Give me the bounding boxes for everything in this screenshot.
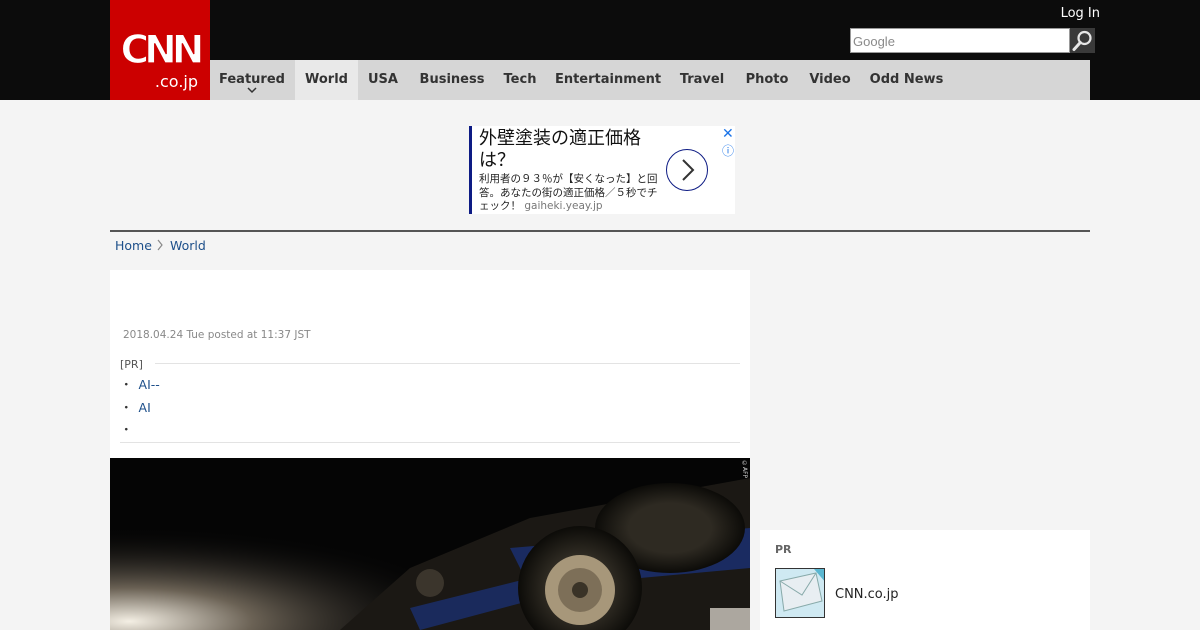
breadcrumb-home[interactable]: Home	[115, 238, 152, 253]
ad-banner[interactable]: 外壁塗装の適正価格は？ 利用者の９３％が【安くなった】と回答。あなたの街の適正価…	[469, 126, 735, 214]
article-photo[interactable]: ©AFP	[110, 458, 750, 630]
chevron-down-icon	[247, 87, 257, 94]
search-icon	[1072, 30, 1092, 51]
nav-item-usa[interactable]: USA	[358, 60, 408, 100]
cnn-logo[interactable]: CNN .co.jp	[110, 0, 210, 100]
divider	[110, 230, 1090, 232]
nav-item-photo[interactable]: Photo	[739, 60, 795, 100]
divider	[155, 363, 740, 364]
pr-title[interactable]: CNN.co.jp	[835, 587, 899, 602]
main-nav: Featured World USA Business Tech Enterta…	[210, 60, 1090, 100]
article-card: 2018.04.24 Tue posted at 11:37 JST [PR] …	[110, 270, 750, 458]
pr-label: [PR]	[120, 358, 143, 371]
chevron-right-icon	[157, 239, 163, 251]
nav-item-world[interactable]: World	[295, 60, 358, 100]
nav-item-odd-news[interactable]: Odd News	[864, 60, 949, 100]
close-icon[interactable]: ✕	[722, 126, 734, 142]
pr-link-text[interactable]: AI	[139, 400, 151, 415]
divider	[120, 442, 740, 443]
pr-link[interactable]: ・	[120, 419, 139, 438]
pr-label: PR	[775, 543, 792, 556]
svg-text:.co.jp: .co.jp	[155, 72, 198, 91]
pr-link[interactable]: ・ AI--	[120, 374, 160, 393]
photo-credit: ©AFP	[741, 460, 748, 479]
pr-link-text[interactable]: AI--	[139, 377, 160, 392]
overturned-truck-image	[110, 458, 750, 630]
ad-description: 利用者の９３％が【安くなった】と回答。あなたの街の適正価格／５秒でチェック！ g…	[479, 173, 664, 214]
nav-item-label: Featured	[219, 72, 285, 87]
nav-item-travel[interactable]: Travel	[672, 60, 732, 100]
search-button[interactable]	[1070, 28, 1095, 53]
info-icon[interactable]: ⓘ	[722, 142, 734, 159]
site-header: CNN .co.jp Log In Google Featured World …	[0, 0, 1200, 100]
nav-item-video[interactable]: Video	[804, 60, 856, 100]
pr-thumbnail[interactable]	[775, 568, 825, 618]
mail-icon	[776, 569, 824, 617]
nav-item-entertainment[interactable]: Entertainment	[546, 60, 670, 100]
cnn-logo-icon: CNN .co.jp	[120, 27, 207, 91]
chevron-right-icon	[682, 159, 695, 181]
ad-arrow-button[interactable]	[666, 149, 708, 191]
nav-item-tech[interactable]: Tech	[496, 60, 544, 100]
post-date: 2018.04.24 Tue posted at 11:37 JST	[123, 329, 311, 341]
ad-domain: gaiheki.yeay.jp	[524, 200, 603, 212]
pr-link[interactable]: ・ AI	[120, 397, 151, 416]
side-pr-card: PR CNN.co.jp	[760, 530, 1090, 630]
breadcrumb-world[interactable]: World	[170, 238, 206, 253]
search-input[interactable]: Google	[850, 28, 1070, 53]
nav-item-featured[interactable]: Featured	[210, 60, 294, 100]
ad-title[interactable]: 外壁塗装の適正価格は？	[479, 128, 664, 172]
svg-text:CNN: CNN	[121, 28, 202, 73]
nav-item-business[interactable]: Business	[408, 60, 496, 100]
login-link[interactable]: Log In	[1040, 6, 1100, 21]
